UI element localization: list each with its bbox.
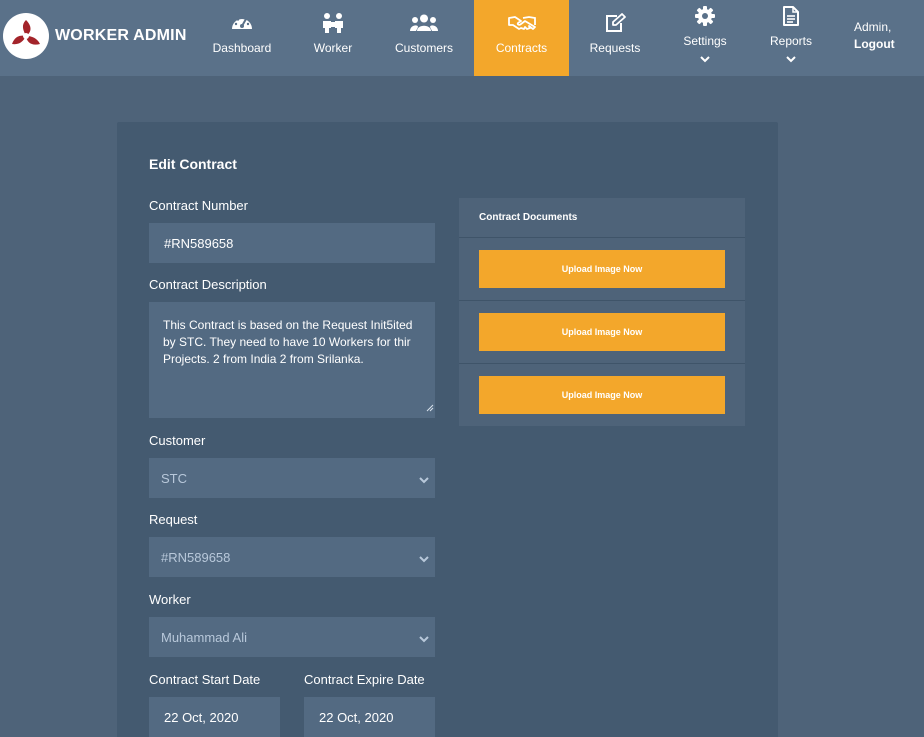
gear-icon [695, 6, 715, 29]
chevron-down-icon [419, 631, 429, 646]
contract-description-text: This Contract is based on the Request In… [163, 318, 413, 366]
brand-logo-icon [3, 13, 49, 59]
chevron-down-icon [419, 472, 429, 487]
nav-label: Requests [589, 41, 641, 55]
contract-number-label: Contract Number [149, 198, 248, 213]
nav-item-settings[interactable]: Settings [676, 0, 734, 76]
edit-contract-card: Edit Contract Contract Number #RN589658 … [117, 122, 778, 737]
contract-documents-title: Contract Documents [459, 198, 745, 238]
upload-image-button[interactable]: Upload Image Now [479, 250, 725, 288]
contract-documents-panel: Contract Documents Upload Image Now Uplo… [459, 198, 745, 426]
chevron-down-icon [786, 52, 796, 66]
logout-link[interactable]: Logout [854, 36, 895, 53]
nav-item-customers[interactable]: Customers [384, 0, 464, 76]
nav-item-reports[interactable]: Reports [762, 0, 820, 76]
customer-select[interactable]: STC [149, 458, 435, 498]
customer-value: STC [161, 470, 187, 486]
chevron-down-icon [700, 52, 710, 66]
nav-label: Contracts [495, 41, 548, 55]
document-icon [782, 5, 800, 30]
resize-grip-icon[interactable] [426, 400, 434, 417]
chevron-down-icon [419, 551, 429, 566]
nav-item-contracts[interactable]: Contracts [474, 0, 569, 76]
customer-label: Customer [149, 433, 206, 448]
upload-image-button[interactable]: Upload Image Now [479, 313, 725, 351]
nav-item-dashboard[interactable]: Dashboard [204, 0, 280, 76]
document-row: Upload Image Now [459, 364, 745, 427]
nav-label: Settings [683, 34, 727, 48]
brand[interactable]: WORKER ADMIN [3, 12, 187, 60]
start-date-label: Contract Start Date [149, 672, 261, 687]
request-label: Request [149, 512, 198, 527]
worker-value: Muhammad Ali [161, 629, 247, 645]
document-row: Upload Image Now [459, 301, 745, 364]
worker-select[interactable]: Muhammad Ali [149, 617, 435, 657]
customers-icon [410, 14, 438, 35]
top-navigation-bar: WORKER ADMIN Dashboard Worker Customers … [0, 0, 924, 76]
expire-date-input[interactable]: 22 Oct, 2020 [304, 697, 435, 737]
nav-label: Worker [313, 41, 353, 55]
dashboard-icon [230, 13, 254, 34]
brand-name: WORKER ADMIN [55, 27, 187, 44]
contract-description-textarea[interactable]: This Contract is based on the Request In… [149, 302, 435, 418]
request-select[interactable]: #RN589658 [149, 537, 435, 577]
worker-icon [320, 12, 346, 37]
document-row: Upload Image Now [459, 238, 745, 301]
nav-item-requests[interactable]: Requests [578, 0, 652, 76]
request-value: #RN589658 [161, 549, 231, 565]
handshake-icon [507, 14, 536, 35]
nav-label: Customers [394, 41, 453, 55]
user-greeting: Admin, [854, 20, 892, 34]
contract-number-input[interactable]: #RN589658 [149, 223, 435, 263]
edit-icon [604, 13, 626, 36]
page-title: Edit Contract [149, 156, 237, 172]
start-date-input[interactable]: 22 Oct, 2020 [149, 697, 280, 737]
nav-item-worker[interactable]: Worker [300, 0, 366, 76]
expire-date-label: Contract Expire Date [304, 672, 425, 687]
nav-label: Reports [769, 34, 813, 48]
user-menu: Admin, Logout [854, 19, 895, 53]
worker-label: Worker [149, 592, 191, 607]
contract-description-label: Contract Description [149, 277, 267, 292]
nav-label: Dashboard [212, 41, 272, 55]
upload-image-button[interactable]: Upload Image Now [479, 376, 725, 414]
